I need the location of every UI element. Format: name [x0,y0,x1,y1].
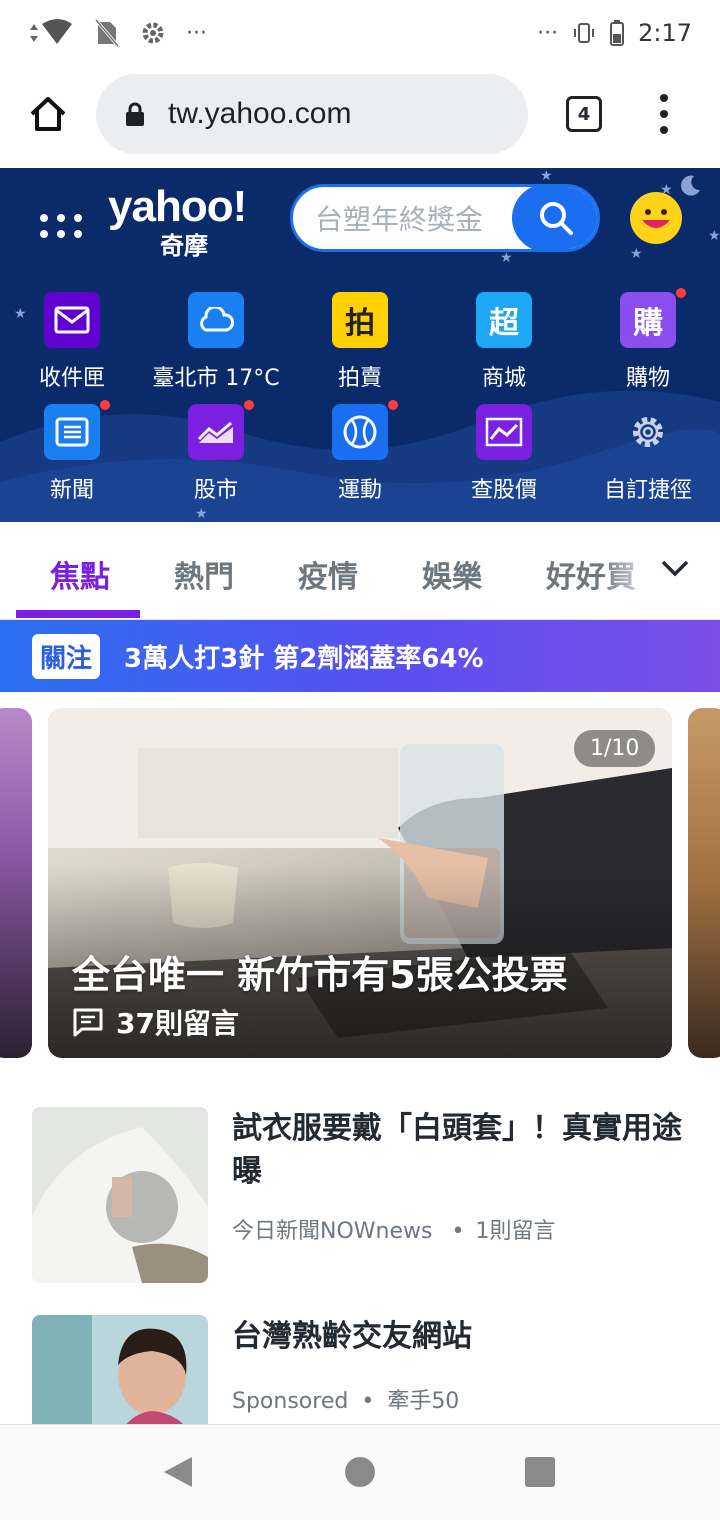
article-comments[interactable]: 1則留言 [475,1219,555,1244]
sports-icon [332,400,398,460]
article-meta: Sponsored • 牽手50 [232,1389,460,1414]
article-title[interactable]: 試衣服要戴「白頭套」！真實用途曝 [232,1107,688,1193]
shortcut-label: 臺北市 17°C [152,366,280,391]
shortcut-auction[interactable]: 拍 拍賣 [288,292,432,392]
clock: 2:17 [638,19,692,47]
gear-icon [620,404,676,460]
yahoo-logo-sub: 奇摩 [160,232,208,260]
comment-icon [73,1008,103,1037]
article-item[interactable]: 試衣服要戴「白頭套」！真實用途曝 今日新聞NOWnews • 1則留言 [32,1107,688,1283]
banner-text: 3萬人打3針 第2劑涵蓋率64% [124,643,484,674]
recent-apps-icon[interactable] [525,1457,555,1487]
shortcut-label: 拍賣 [337,366,382,391]
auction-icon: 拍 [332,292,388,348]
yahoo-search-bar[interactable]: 台塑年終獎金 [290,184,600,252]
shortcut-mail[interactable]: 收件匣 [0,292,144,392]
notification-dot [244,400,254,410]
home-icon[interactable] [28,94,68,134]
banner-tag: 關注 [32,633,101,679]
shopping-icon: 購 [620,288,686,348]
search-input[interactable]: 台塑年終獎金 [293,198,512,238]
news-carousel: 1/10 全台唯一 新竹市有5張公投票 37則留言 [0,708,720,1060]
status-more-icon: ··· [186,20,207,46]
address-bar[interactable]: tw.yahoo.com [96,74,528,154]
wifi-icon [30,19,72,44]
more-menu-icon[interactable] [650,94,678,134]
news-icon [44,400,110,460]
carousel-counter: 1/10 [574,730,656,767]
shortcut-news[interactable]: 新聞 [0,400,144,504]
shortcut-label: 自訂捷徑 [603,478,692,503]
category-tabs: 焦點 熱門 疫情 娛樂 好好買 [0,522,720,620]
carousel-card-next[interactable] [688,708,720,1058]
battery-icon [610,20,625,46]
article-thumbnail [32,1315,208,1425]
advertiser-name[interactable]: 牽手50 [387,1389,459,1414]
android-navigation-bar [0,1424,720,1520]
trending-banner[interactable]: 關注 3萬人打3針 第2劑涵蓋率64% [0,620,720,692]
mail-icon [44,292,100,348]
shortcut-label: 商城 [481,366,526,391]
lock-icon [126,102,144,126]
tabs-fade [600,542,660,602]
search-button[interactable] [512,187,597,249]
sponsored-label: Sponsored [232,1389,349,1414]
tab-switcher-button[interactable]: 4 [566,96,602,132]
shortcut-customize[interactable]: 自訂捷徑 [576,404,720,504]
tab-focus[interactable]: 焦點 [50,552,110,596]
browser-toolbar: tw.yahoo.com 4 [0,66,720,168]
moon-icon [681,175,700,196]
notification-dot [388,400,398,410]
tab-hot[interactable]: 熱門 [174,552,234,596]
shortcut-label: 查股價 [470,478,537,503]
tab-entertainment[interactable]: 娛樂 [422,552,482,596]
tab-covid[interactable]: 疫情 [298,552,358,596]
stock-icon [188,400,254,460]
home-nav-icon[interactable] [345,1457,375,1487]
article-title[interactable]: 台灣熟齡交友網站 [232,1315,688,1358]
carousel-title: 全台唯一 新竹市有5張公投票 [72,953,568,997]
cloud-icon [188,292,244,348]
article-thumbnail [32,1107,208,1283]
article-source: 今日新聞NOWnews [232,1219,433,1244]
notification-dot [676,288,686,298]
yahoo-logo[interactable]: yahoo! [108,182,247,232]
active-tab-indicator [16,610,140,618]
article-meta: 今日新聞NOWnews • 1則留言 [232,1219,556,1244]
carousel-card[interactable]: 1/10 全台唯一 新竹市有5張公投票 37則留言 [48,708,672,1058]
settings-icon [142,22,164,44]
apps-grid-icon[interactable] [40,214,82,242]
status-bar: ··· ··· 2:17 [0,0,720,66]
comment-count: 37則留言 [116,1007,239,1040]
shortcut-mall[interactable]: 超 商城 [432,292,576,392]
yahoo-header: ★ ★ ★ ★ ★ ★ ★ yahoo! 奇摩 台塑年終獎金 收件匣 臺北市 1… [0,168,720,522]
stock-quote-icon [476,404,532,460]
shortcut-label: 收件匣 [38,366,105,391]
shortcut-label: 股市 [193,478,238,503]
shortcut-stocks[interactable]: 股市 [144,400,288,504]
mall-icon: 超 [476,292,532,348]
carousel-comments[interactable]: 37則留言 [72,1002,239,1042]
carousel-card-prev[interactable] [0,708,32,1058]
url-text: tw.yahoo.com [168,97,352,130]
shortcut-shopping[interactable]: 購 購物 [576,288,720,392]
user-avatar[interactable] [630,192,682,244]
shortcut-sports[interactable]: 運動 [288,400,432,504]
search-icon [540,202,573,235]
notification-dot [100,400,110,410]
no-sim-icon [94,19,120,47]
status-more-right-icon: ··· [537,20,559,46]
shortcut-stock-quote[interactable]: 查股價 [432,404,576,504]
shortcut-weather[interactable]: 臺北市 17°C [144,292,288,392]
shortcut-label: 購物 [625,366,670,391]
smiley-icon [642,209,670,228]
expand-categories-button[interactable] [660,558,700,588]
sponsored-item[interactable]: 台灣熟齡交友網站 Sponsored • 牽手50 [32,1315,688,1425]
shortcut-label: 運動 [337,478,382,503]
vibrate-icon [574,23,595,43]
back-icon[interactable] [162,1455,194,1489]
shortcut-label: 新聞 [49,478,94,503]
chevron-down-icon [661,560,689,577]
